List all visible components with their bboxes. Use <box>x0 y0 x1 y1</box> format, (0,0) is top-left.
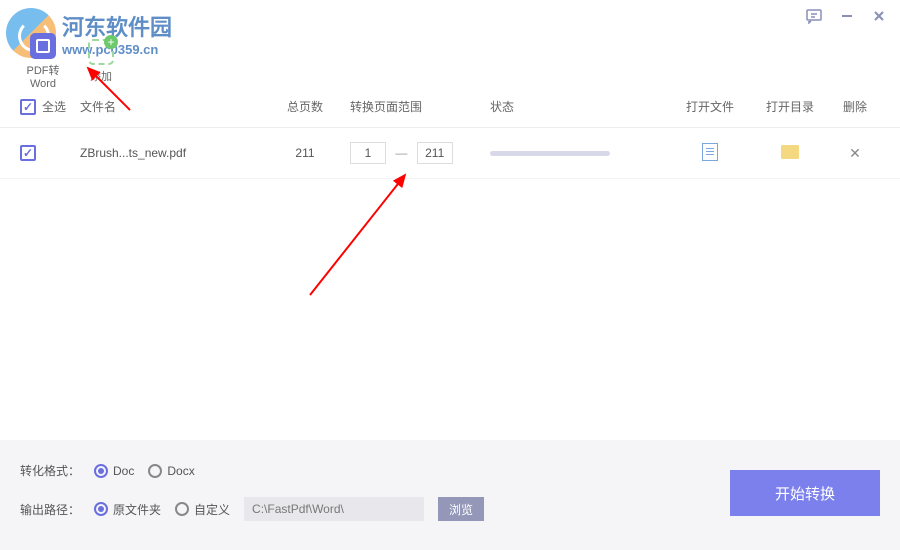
add-label: 添加 <box>76 68 126 84</box>
radio-original-label: 原文件夹 <box>113 501 161 518</box>
row-status <box>490 151 670 156</box>
radio-docx[interactable]: Docx <box>148 464 194 478</box>
mode-button[interactable]: PDF转Word <box>18 33 68 90</box>
output-label: 输出路径： <box>20 501 80 518</box>
progress-bar <box>490 151 610 156</box>
radio-custom-folder[interactable]: 自定义 <box>175 501 230 518</box>
minimize-icon[interactable] <box>840 9 854 28</box>
format-label: 转化格式： <box>20 462 80 479</box>
col-delete: 删除 <box>830 98 880 115</box>
row-open-file[interactable] <box>670 143 750 164</box>
radio-doc[interactable]: Doc <box>94 464 134 478</box>
output-path-input[interactable] <box>244 497 424 521</box>
radio-icon <box>175 502 189 516</box>
add-icon <box>88 39 114 65</box>
feedback-icon[interactable] <box>806 8 822 29</box>
file-icon <box>702 143 718 161</box>
row-page-range: — <box>350 142 490 164</box>
select-all-label: 全选 <box>42 98 66 115</box>
table-header: 全选 文件名 总页数 转换页面范围 状态 打开文件 打开目录 删除 <box>0 86 900 128</box>
add-button[interactable]: 添加 <box>76 39 126 84</box>
radio-custom-label: 自定义 <box>194 501 230 518</box>
col-filename: 文件名 <box>80 98 260 115</box>
footer: 转化格式： Doc Docx 输出路径： 原文件夹 自定义 浏览 开始转换 <box>0 440 900 550</box>
col-open-file: 打开文件 <box>670 98 750 115</box>
row-checkbox[interactable] <box>20 145 36 161</box>
delete-icon[interactable]: ✕ <box>849 145 861 161</box>
start-button[interactable]: 开始转换 <box>730 470 880 516</box>
row-total-pages: 211 <box>260 146 350 160</box>
radio-docx-label: Docx <box>167 464 194 478</box>
range-to-input[interactable] <box>417 142 453 164</box>
radio-doc-label: Doc <box>113 464 134 478</box>
titlebar <box>0 0 900 36</box>
range-from-input[interactable] <box>350 142 386 164</box>
toolbar: PDF转Word 添加 <box>0 36 900 86</box>
close-icon[interactable] <box>872 9 886 28</box>
radio-original-folder[interactable]: 原文件夹 <box>94 501 161 518</box>
app-icon <box>30 33 56 59</box>
col-page-range: 转换页面范围 <box>350 98 490 115</box>
mode-label: PDF转Word <box>18 62 68 90</box>
radio-icon <box>94 502 108 516</box>
radio-icon <box>148 464 162 478</box>
folder-icon <box>781 145 799 159</box>
annotation-arrow <box>290 165 430 305</box>
col-open-dir: 打开目录 <box>750 98 830 115</box>
select-all-checkbox[interactable] <box>20 99 36 115</box>
row-open-dir[interactable] <box>750 145 830 162</box>
radio-icon <box>94 464 108 478</box>
range-separator: — <box>395 146 407 160</box>
col-total-pages: 总页数 <box>260 98 350 115</box>
row-filename: ZBrush...ts_new.pdf <box>80 146 260 160</box>
browse-button[interactable]: 浏览 <box>438 497 484 521</box>
col-status: 状态 <box>490 98 670 115</box>
table-row: ZBrush...ts_new.pdf 211 — ✕ <box>0 128 900 179</box>
